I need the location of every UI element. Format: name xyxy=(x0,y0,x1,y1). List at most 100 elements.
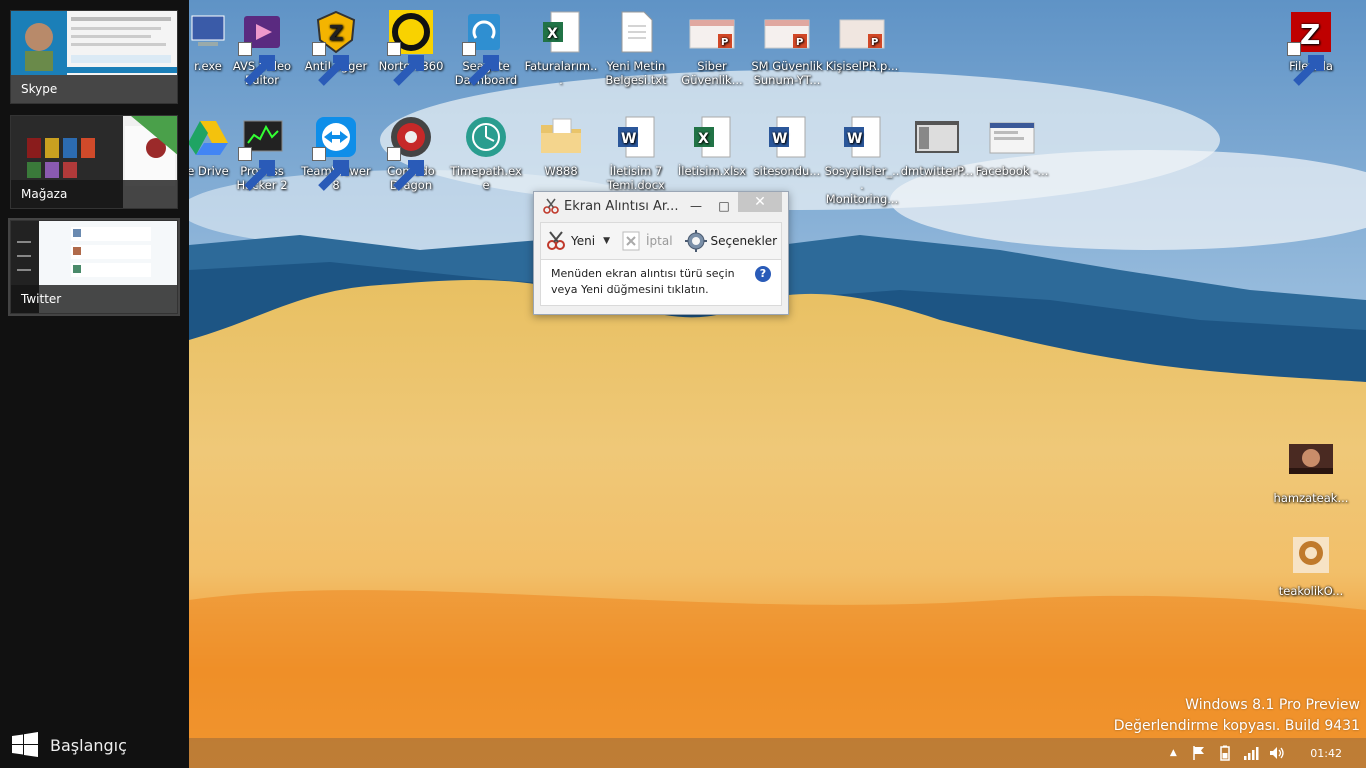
start-label: Başlangıç xyxy=(50,735,127,755)
cancel-label: İptal xyxy=(645,234,673,248)
system-tray: ▲ 01:42 xyxy=(1160,738,1366,768)
gear-icon xyxy=(684,230,707,252)
svg-text:W: W xyxy=(621,131,636,147)
desktop-icon[interactable]: hamzateak... xyxy=(1273,440,1349,505)
options-button[interactable]: Seçenekler xyxy=(681,230,782,252)
folder-icon xyxy=(537,113,585,161)
photo-icon xyxy=(1287,440,1335,488)
scissors-icon xyxy=(543,198,559,214)
text-file-icon xyxy=(612,8,660,56)
window-title: Ekran Alıntısı Ar... xyxy=(564,198,679,214)
desktop-icon[interactable]: AVS Video Editor xyxy=(224,8,300,87)
desktop-icon[interactable]: P KişiselPR.p... xyxy=(824,8,900,73)
desktop-icon[interactable]: TeamViewer 8 xyxy=(298,113,374,192)
shortcut-arrow-icon xyxy=(387,42,424,86)
windows-logo-icon xyxy=(12,732,38,757)
desktop-icon[interactable]: Process Hacker 2 xyxy=(224,113,300,192)
powerpoint-icon: P xyxy=(688,8,736,56)
svg-text:X: X xyxy=(547,26,558,42)
snipping-tool-window: Ekran Alıntısı Ar... — □ ✕ Yeni ▼ İptal xyxy=(533,191,789,315)
powerpoint-icon: P xyxy=(838,8,886,56)
desktop-icon[interactable]: Norton 360 xyxy=(373,8,449,86)
seagate-icon xyxy=(462,8,510,86)
desktop-icon[interactable]: Timepath.exe xyxy=(448,113,524,192)
instruction-line2: veya Yeni düğmesini tıklatın. xyxy=(551,283,709,296)
svg-text:P: P xyxy=(871,37,878,48)
desktop-icon[interactable]: Comodo Dragon xyxy=(373,113,449,192)
word-icon: W xyxy=(838,113,886,161)
desktop-icon[interactable]: Yeni Metin Belgesi.txt xyxy=(598,8,674,87)
desktop-icon[interactable]: P Siber Güvenlik... xyxy=(674,8,750,87)
shortcut-arrow-icon xyxy=(462,42,499,86)
desktop-icon[interactable]: W sitesondu... xyxy=(749,113,825,178)
desktop-icon[interactable]: W888 xyxy=(523,113,599,178)
volume-speaker-icon[interactable] xyxy=(1267,743,1287,763)
shortcut-arrow-icon xyxy=(387,147,424,191)
desktop-icon[interactable]: X Faturalarım... xyxy=(523,8,599,87)
desktop-icon[interactable]: Z AntiLogger xyxy=(298,8,374,86)
new-label: Yeni xyxy=(571,234,596,248)
process-hacker-icon xyxy=(238,113,286,191)
switcher-app-skype[interactable]: Skype xyxy=(10,10,178,104)
taskbar: ▲ 01:42 xyxy=(189,738,1366,768)
teamviewer-icon xyxy=(312,113,360,191)
cancel-button[interactable]: İptal xyxy=(616,230,677,252)
excel-icon: X xyxy=(537,8,585,56)
start-button[interactable]: Başlangıç xyxy=(0,722,189,768)
taskbar-clock[interactable]: 01:42 xyxy=(1310,747,1342,760)
comodo-icon xyxy=(387,113,435,191)
options-label: Seçenekler xyxy=(710,234,778,248)
shortcut-arrow-icon xyxy=(1287,42,1324,86)
maximize-button[interactable]: □ xyxy=(710,196,738,216)
instruction-line1: Menüden ekran alıntısı türü seçin xyxy=(551,267,735,280)
screenshot-icon xyxy=(988,113,1036,161)
new-snip-icon xyxy=(547,231,565,250)
svg-text:X: X xyxy=(698,131,709,147)
svg-text:P: P xyxy=(721,37,728,48)
desktop-icon[interactable]: W İletisim 7 Temi.docx xyxy=(598,113,674,192)
power-battery-icon[interactable] xyxy=(1215,743,1235,763)
action-center-flag-icon[interactable] xyxy=(1189,743,1209,763)
antilogger-icon: Z xyxy=(312,8,360,86)
minimize-button[interactable]: — xyxy=(682,196,710,216)
svg-text:P: P xyxy=(796,37,803,48)
new-dropdown-chevron-icon[interactable]: ▼ xyxy=(603,236,610,246)
instruction-panel: Menüden ekran alıntısı türü seçin veya Y… xyxy=(540,260,782,306)
desktop-icon[interactable]: dmtwitterP... xyxy=(899,113,975,178)
desktop-icon[interactable]: Z FileZilla xyxy=(1273,8,1349,86)
desktop-icon[interactable]: X İletisim.xlsx xyxy=(674,113,750,178)
switcher-app-twitter[interactable]: Twitter xyxy=(8,218,180,316)
show-hidden-icons-chevron-icon[interactable]: ▲ xyxy=(1163,743,1183,763)
desktop-icon[interactable]: teakolikO... xyxy=(1273,533,1349,598)
app-switcher: Skype Mağaza Twitter Başlangıç xyxy=(0,0,189,768)
watermark-line1: Windows 8.1 Pro Preview xyxy=(1185,697,1360,713)
network-signal-icon[interactable] xyxy=(1241,743,1261,763)
svg-text:Z: Z xyxy=(329,21,344,45)
snipping-tool-titlebar[interactable]: Ekran Alıntısı Ar... — □ ✕ xyxy=(534,192,788,220)
desktop-icon[interactable]: W SosyalIsler_... Monitoring... xyxy=(824,113,900,206)
watermark-line2: Değerlendirme kopyası. Build 9431 xyxy=(1113,718,1360,734)
new-button[interactable]: Yeni xyxy=(541,230,599,252)
norton-icon xyxy=(387,8,435,86)
film-icon xyxy=(238,8,286,86)
desktop-icon[interactable]: Seagate Dashboard xyxy=(448,8,524,87)
logo-icon xyxy=(1287,533,1335,581)
powerpoint-icon: P xyxy=(763,8,811,56)
shortcut-arrow-icon xyxy=(238,42,275,86)
help-icon[interactable]: ? xyxy=(755,266,771,282)
shortcut-arrow-icon xyxy=(312,42,349,86)
desktop-icon[interactable]: P SM Güvenlik Sunum-YT... xyxy=(749,8,825,87)
snipping-toolbar: Yeni ▼ İptal Seçenekler xyxy=(540,222,782,260)
shortcut-arrow-icon xyxy=(238,147,275,191)
desktop-icon[interactable]: Facebook -... xyxy=(974,113,1050,178)
shortcut-arrow-icon xyxy=(312,147,349,191)
excel-icon: X xyxy=(688,113,736,161)
windows-watermark: Windows 8.1 Pro Preview Değerlendirme ko… xyxy=(1114,695,1360,737)
close-button[interactable]: ✕ xyxy=(738,192,782,212)
switcher-app-store[interactable]: Mağaza xyxy=(10,115,178,209)
word-icon: W xyxy=(612,113,660,161)
svg-text:W: W xyxy=(772,131,787,147)
svg-text:W: W xyxy=(847,131,862,147)
cancel-icon xyxy=(622,231,640,251)
screenshot-icon xyxy=(913,113,961,161)
